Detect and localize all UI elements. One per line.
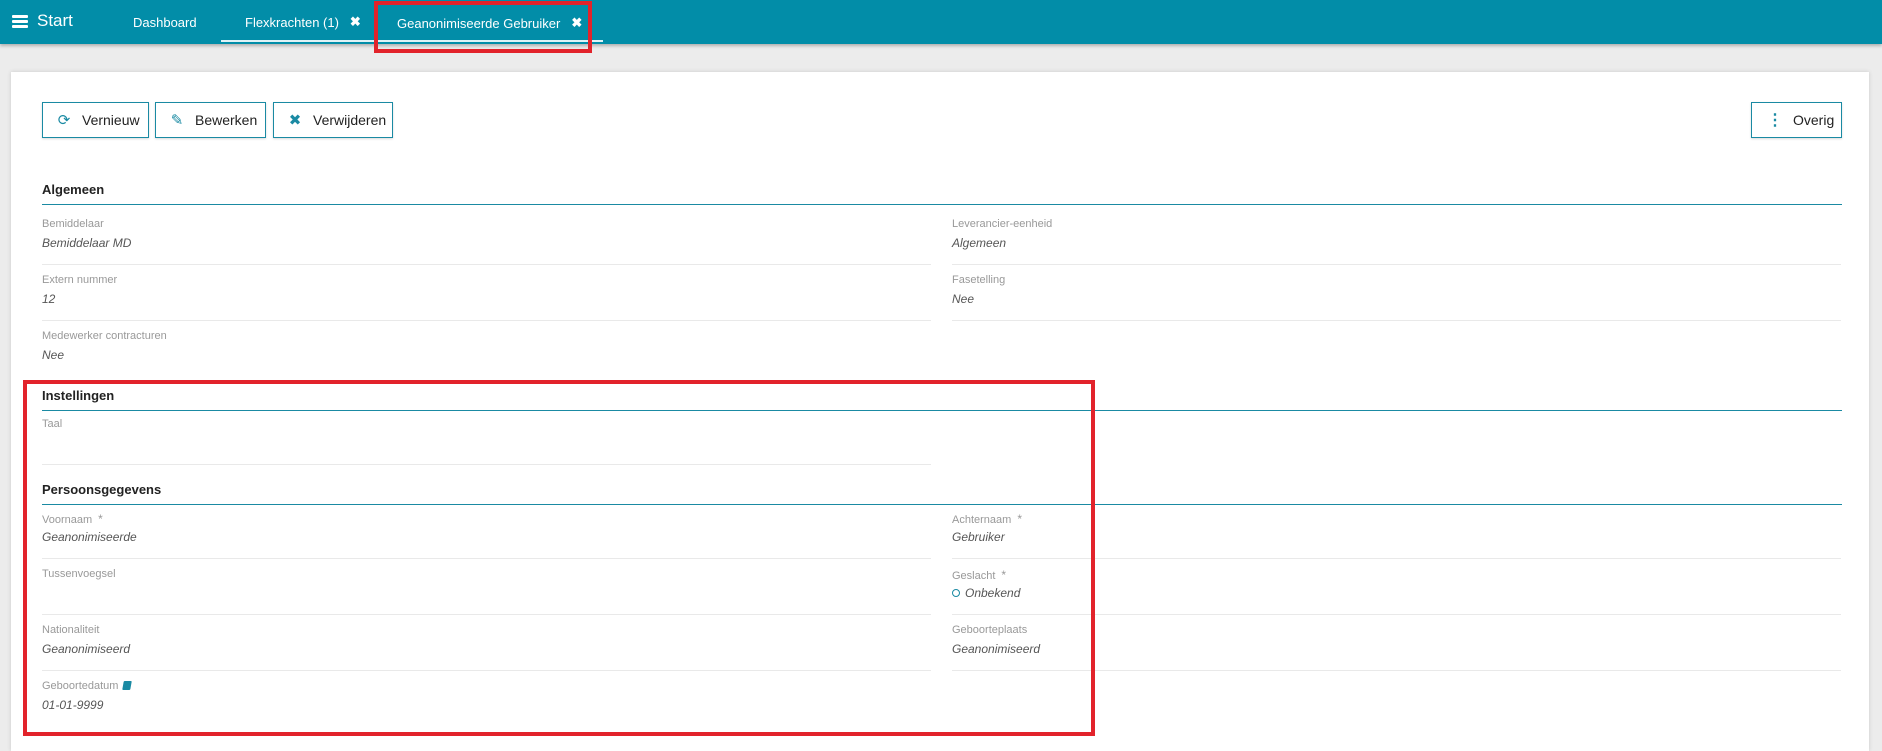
radio-icon <box>952 589 960 597</box>
field-bemiddelaar: Bemiddelaar Bemiddelaar MD <box>42 213 931 265</box>
pencil-icon: ✎ <box>170 112 184 129</box>
section-header-algemeen: Algemeen <box>42 172 1842 205</box>
close-icon[interactable]: ✖ <box>571 15 582 31</box>
field-label: Voornaam * <box>42 512 103 526</box>
field-value: 12 <box>42 292 56 306</box>
field-label: Fasetelling <box>952 274 1006 286</box>
kebab-menu-icon: ⋮ <box>1767 112 1783 129</box>
book-icon[interactable] <box>122 681 133 690</box>
field-value: Nee <box>952 292 975 306</box>
field-value: Geanonimiseerde <box>42 530 137 544</box>
more-label: Overig <box>1793 112 1835 128</box>
required-marker: * <box>1017 512 1022 526</box>
section-header-persoonsgegevens: Persoonsgegevens <box>42 472 1842 505</box>
field-extern-nummer: Extern nummer 12 <box>42 269 931 321</box>
field-value: Onbekend <box>952 586 1020 600</box>
field-fasetelling: Fasetelling Nee <box>952 269 1841 321</box>
field-label: Geboortedatum <box>42 680 133 692</box>
field-label: Achternaam * <box>952 512 1022 526</box>
field-label: Tussenvoegsel <box>42 568 116 580</box>
field-medewerker-contracturen: Medewerker contracturen Nee <box>42 325 931 377</box>
hamburger-menu-icon <box>12 14 28 28</box>
more-button[interactable]: ⋮ Overig <box>1751 102 1842 138</box>
edit-button[interactable]: ✎ Bewerken <box>155 102 266 138</box>
field-voornaam: Voornaam * Geanonimiseerde <box>42 507 931 559</box>
field-geboortedatum: Geboortedatum 01-01-9999 <box>42 675 931 727</box>
delete-icon: ✖ <box>288 112 302 129</box>
delete-button[interactable]: ✖ Verwijderen <box>273 102 393 138</box>
edit-label: Bewerken <box>195 112 258 128</box>
field-value: Geanonimiseerd <box>42 642 131 656</box>
field-achternaam: Achternaam * Gebruiker <box>952 507 1841 559</box>
refresh-button[interactable]: ⟳ Vernieuw <box>42 102 149 138</box>
field-label: Taal <box>42 418 63 430</box>
field-nationaliteit: Nationaliteit Geanonimiseerd <box>42 619 931 671</box>
section-title: Instellingen <box>42 388 115 403</box>
tab-flexkrachten-label: Flexkrachten (1) <box>245 14 339 30</box>
section-header-instellingen: Instellingen <box>42 378 1842 411</box>
required-marker: * <box>1001 568 1007 582</box>
refresh-icon: ⟳ <box>57 112 71 129</box>
field-taal: Taal <box>42 413 931 465</box>
required-marker: * <box>98 512 103 526</box>
close-icon[interactable]: ✖ <box>350 14 361 30</box>
field-leverancier-eenheid: Leverancier-eenheid Algemeen <box>952 213 1841 265</box>
field-label: Medewerker contracturen <box>42 330 167 342</box>
field-label: Extern nummer <box>42 274 118 286</box>
field-value: Geanonimiseerd <box>952 642 1041 656</box>
section-title: Algemeen <box>42 182 105 197</box>
field-geboorteplaats: Geboorteplaats Geanonimiseerd <box>952 619 1841 671</box>
field-label: Bemiddelaar <box>42 218 104 230</box>
start-label: Start <box>37 11 73 30</box>
tab-dashboard[interactable]: Dashboard <box>133 0 197 44</box>
top-navigation-bar: Start Dashboard Flexkrachten (1) ✖ Geano… <box>0 0 1882 44</box>
field-value: Gebruiker <box>952 530 1005 544</box>
start-menu-button[interactable]: Start <box>12 10 73 32</box>
field-value: 01-01-9999 <box>42 698 104 712</box>
tab-underline <box>221 40 384 42</box>
refresh-label: Vernieuw <box>82 112 140 128</box>
tab-underline <box>380 40 604 42</box>
tab-geanonimiseerde-gebruiker-label: Geanonimiseerde Gebruiker <box>397 15 561 31</box>
delete-label: Verwijderen <box>313 112 387 128</box>
field-tussenvoegsel: Tussenvoegsel <box>42 563 931 615</box>
field-value: Nee <box>42 348 65 362</box>
field-value: Algemeen <box>952 236 1007 250</box>
field-label: Leverancier-eenheid <box>952 218 1053 230</box>
field-geslacht: Geslacht * Onbekend <box>952 563 1841 615</box>
field-label: Geboorteplaats <box>952 624 1028 636</box>
tab-flexkrachten[interactable]: Flexkrachten (1) ✖ <box>221 0 384 44</box>
detail-panel: ⟳ Vernieuw ✎ Bewerken ✖ Verwijderen ⋮ Ov… <box>11 72 1869 751</box>
tab-geanonimiseerde-gebruiker[interactable]: Geanonimiseerde Gebruiker ✖ <box>380 2 604 44</box>
field-label: Nationaliteit <box>42 624 100 636</box>
field-label: Geslacht * <box>952 568 1007 582</box>
field-value: Bemiddelaar MD <box>42 236 132 250</box>
section-title: Persoonsgegevens <box>42 482 162 497</box>
tab-dashboard-label: Dashboard <box>133 14 197 30</box>
